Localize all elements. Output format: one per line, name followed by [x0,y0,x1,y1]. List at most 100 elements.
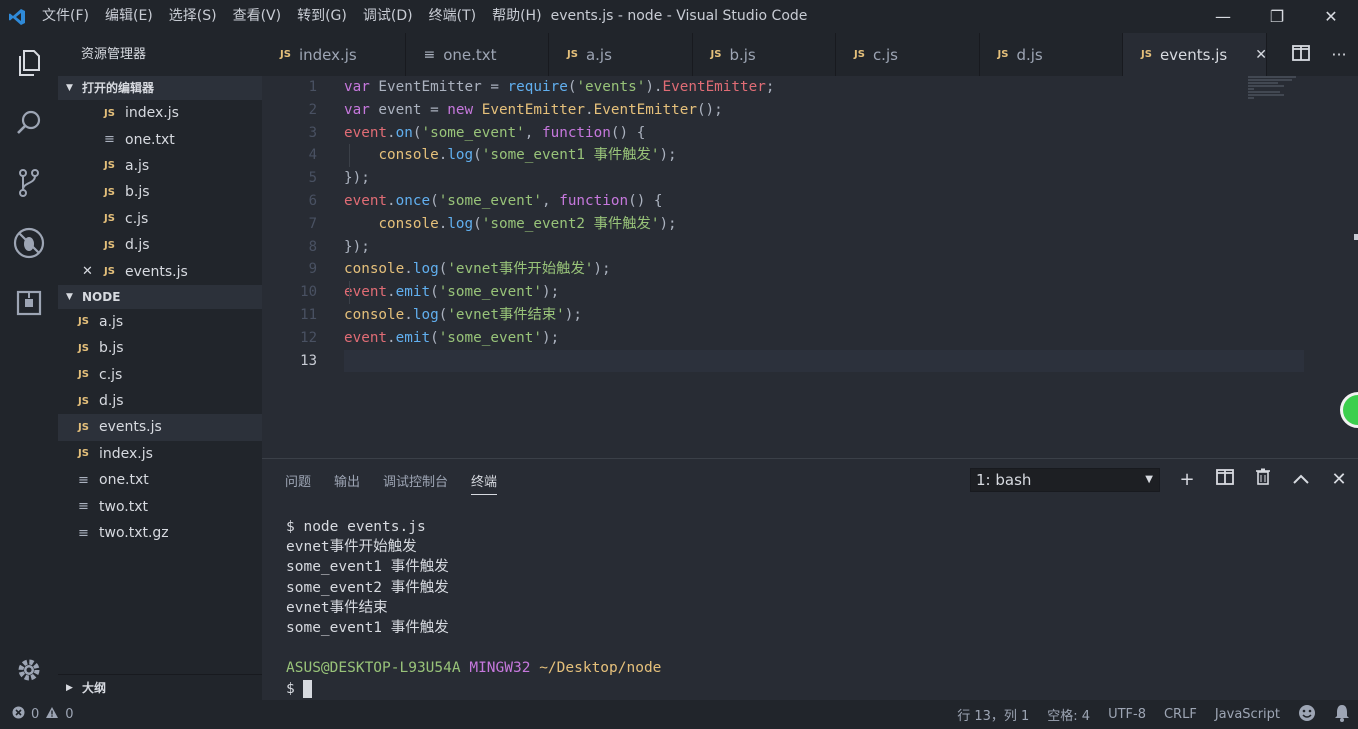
file-name: index.js [125,105,179,122]
line-ending[interactable]: CRLF [1164,707,1197,722]
tab-terminal[interactable]: 终端 [471,471,498,495]
problems-status[interactable]: 0 0 [12,706,74,723]
gear-icon[interactable] [0,648,58,692]
code-line: console.log('evnet事件开始触发'); [344,261,611,278]
code-line: console.log('some_event1 事件触发'); [378,147,677,164]
debug-icon[interactable] [0,213,58,273]
editor-tab[interactable]: JS d.js [980,33,1123,76]
source-control-icon[interactable] [0,153,58,213]
folder-file-item[interactable]: JS c.js [58,362,262,388]
js-file-icon: JS [104,107,115,119]
folder-file-item[interactable]: ≡ one.txt [58,467,262,493]
code-editor[interactable]: 1 2 3 4 5 6 7 8 9 10 11 12 13 var EventEmitter = req… [262,76,1358,458]
folder-file-item[interactable]: JS events.js [58,414,262,441]
split-editor-icon[interactable] [1282,44,1320,65]
maximize-panel-icon[interactable] [1282,467,1320,493]
minimize-button[interactable]: — [1196,0,1250,33]
open-editor-item[interactable]: JS d.js [58,232,262,258]
explorer-icon[interactable] [0,33,58,93]
encoding[interactable]: UTF-8 [1108,707,1146,722]
terminal-select[interactable]: 1: bash ▼ [970,468,1160,492]
terminal-prompt[interactable]: $ [286,679,661,699]
editor-tab[interactable]: JS c.js [836,33,980,76]
extensions-icon[interactable] [0,273,58,333]
folder-file-item[interactable]: JS a.js [58,309,262,335]
close-panel-icon[interactable]: ✕ [1320,467,1358,493]
code-line: event.once('some_event', function() { [344,192,663,209]
restore-button[interactable]: ❐ [1250,0,1304,33]
error-count: 0 [31,707,40,722]
open-editors-list: JS index.js ≡ one.txt JS a.js JS b.js JS c.js JS d.… [58,100,262,285]
line-number: 4 [308,147,317,164]
status-right: 行 13，列 1 空格: 4 UTF-8 CRLF JavaScript [939,704,1350,726]
terminal-output[interactable]: $ node events.js evnet事件开始触发 some_event1… [286,517,661,699]
folder-header-node[interactable]: ▼ NODE [58,284,262,309]
new-terminal-icon[interactable]: + [1168,467,1206,493]
menu-selection[interactable]: 选择(S) [161,0,225,33]
indent-guide [349,281,350,304]
indentation[interactable]: 空格: 4 [1047,705,1090,724]
open-editor-item[interactable]: ✕ JS events.js [58,258,262,284]
bottom-panel: 问题 输出 调试控制台 终端 1: bash ▼ + ✕ $ node even… [262,458,1358,700]
menu-edit[interactable]: 编辑(E) [97,0,161,33]
split-terminal-icon[interactable] [1206,467,1244,493]
close-tab-icon[interactable]: ✕ [1255,47,1267,63]
bell-icon[interactable] [1334,704,1350,726]
close-icon[interactable]: ✕ [82,264,93,279]
more-actions-icon[interactable]: ··· [1320,45,1358,64]
trash-icon[interactable] [1244,467,1282,493]
floating-extension-badge[interactable] [1340,392,1358,428]
terminal-prompt-info: ASUS@DESKTOP-L93U54A MINGW32 ~/Desktop/n… [286,660,662,677]
tab-output[interactable]: 输出 [334,471,360,495]
terminal-line: some_event1 事件触发 [286,559,449,576]
cursor-position[interactable]: 行 13，列 1 [957,705,1029,724]
js-file-icon: JS [78,395,89,407]
file-name: events.js [125,263,188,280]
tab-problems[interactable]: 问题 [285,471,311,495]
open-editor-item[interactable]: JS a.js [58,153,262,179]
open-editors-header[interactable]: ▼ 打开的编辑器 [58,76,262,100]
open-editor-item[interactable]: JS index.js [58,100,262,126]
line-number: 1 [308,79,317,95]
file-name: c.js [99,366,123,383]
search-icon[interactable] [0,93,58,153]
editor-tab[interactable]: ≡ one.txt [406,33,549,76]
tab-debug-console[interactable]: 调试控制台 [383,471,448,495]
current-code-line [344,349,1304,373]
code-line: event.on('some_event', function() { [344,124,646,141]
file-name: a.js [99,313,124,330]
menu-terminal[interactable]: 终端(T) [421,0,484,33]
folder-file-item[interactable]: JS index.js [58,441,262,467]
menu-help[interactable]: 帮助(H) [484,0,549,33]
editor-tab[interactable]: JS b.js [693,33,836,76]
code-area[interactable]: var EventEmitter = require('events').Eve… [344,76,1304,373]
open-editor-item[interactable]: ≡ one.txt [58,126,262,152]
menu-go[interactable]: 转到(G) [289,0,355,33]
open-editor-item[interactable]: JS c.js [58,206,262,232]
outline-section-header[interactable]: ▶ 大纲 [58,674,262,700]
text-file-icon: ≡ [78,525,89,541]
code-line: console.log('evnet事件结束'); [344,306,582,323]
editor-tab[interactable]: JS index.js [262,33,406,76]
close-window-button[interactable]: ✕ [1304,0,1358,33]
menu-view[interactable]: 查看(V) [225,0,290,33]
editor-tab[interactable]: JS a.js [549,33,693,76]
folder-file-item[interactable]: ≡ two.txt.gz [58,520,262,546]
file-name: two.txt.gz [99,525,169,542]
open-editor-item[interactable]: JS b.js [58,179,262,205]
js-file-icon: JS [78,448,89,460]
editor-tab[interactable]: JS events.js ✕ [1123,33,1267,76]
folder-file-item[interactable]: ≡ two.txt [58,493,262,519]
menu-debug[interactable]: 调试(D) [355,0,421,33]
language-mode[interactable]: JavaScript [1215,707,1280,722]
smiley-feedback-icon[interactable] [1298,704,1316,726]
file-name: one.txt [99,472,149,489]
activity-bar [0,33,58,700]
file-name: b.js [99,340,124,357]
folder-file-item[interactable]: JS d.js [58,388,262,414]
menu-file[interactable]: 文件(F) [34,0,97,33]
folder-file-item[interactable]: JS b.js [58,335,262,361]
chevron-down-icon: ▼ [66,83,73,93]
minimap[interactable] [1248,76,1298,102]
status-bar: 0 0 行 13，列 1 空格: 4 UTF-8 CRLF JavaScript [0,700,1358,729]
